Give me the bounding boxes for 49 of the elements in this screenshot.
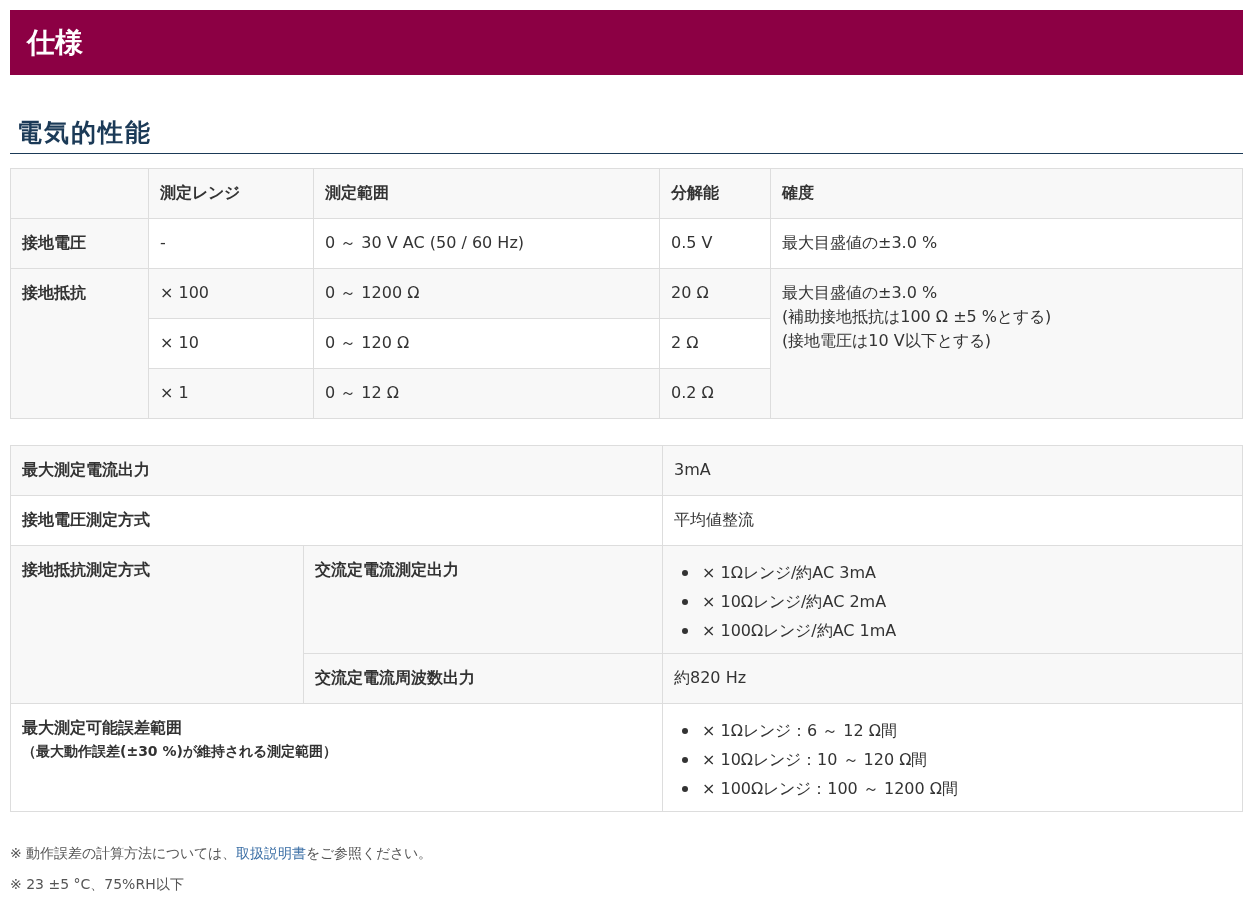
bullet-icon xyxy=(682,569,688,576)
column-header: 測定レンジ xyxy=(148,168,314,219)
bullet-icon xyxy=(682,627,688,634)
column-header: 確度 xyxy=(770,168,1243,219)
column-header: 測定範囲 xyxy=(313,168,660,219)
value-cell: 3mA xyxy=(662,445,1243,496)
footnote: ※ 23 ±5 °C、75%RH以下 xyxy=(10,875,185,894)
bullet-icon xyxy=(682,727,688,734)
list-item: × 100Ωレンジ/約AC 1mA xyxy=(702,619,897,642)
sub-row-header: 交流定電流測定出力 xyxy=(303,545,663,654)
list-item: × 1Ωレンジ/約AC 3mA xyxy=(702,561,876,584)
table-cell: 0.2 Ω xyxy=(659,368,771,419)
list-item: × 1Ωレンジ：6 ～ 12 Ω間 xyxy=(702,719,897,742)
table-cell: 0.5 V xyxy=(659,218,771,269)
table-cell: 0 ～ 12 Ω xyxy=(313,368,660,419)
table-cell: 20 Ω xyxy=(659,268,771,319)
row-header: 接地電圧測定方式 xyxy=(10,495,663,546)
row-header: 接地電圧 xyxy=(10,218,149,269)
row-note: （最大動作誤差(±30 %)が維持される測定範囲） xyxy=(22,742,338,761)
table-cell: 0 ～ 1200 Ω xyxy=(313,268,660,319)
accuracy-text: 最大目盛値の±3.0 % xyxy=(782,282,939,304)
table-cell: - xyxy=(148,218,314,269)
table-cell: × 1 xyxy=(148,368,314,419)
row-header: 接地抵抗 xyxy=(10,268,149,419)
value-cell: 平均値整流 xyxy=(662,495,1243,546)
table-cell: × 100 xyxy=(148,268,314,319)
table-cell: 0 ～ 30 V AC (50 / 60 Hz) xyxy=(313,218,660,269)
manual-link[interactable]: 取扱説明書 xyxy=(236,845,307,861)
table-cell: 0 ～ 120 Ω xyxy=(313,318,660,369)
accuracy-text: (補助接地抵抗は100 Ω ±5 %とする) xyxy=(782,306,1053,328)
accuracy-text: (接地電圧は10 V以下とする) xyxy=(782,330,992,352)
table-cell: × 10 xyxy=(148,318,314,369)
row-label: 最大測定可能誤差範囲 xyxy=(22,717,183,739)
list-item: × 10Ωレンジ/約AC 2mA xyxy=(702,590,887,613)
row-header: 接地抵抗測定方式 xyxy=(10,545,304,704)
list-item: × 100Ωレンジ：100 ～ 1200 Ω間 xyxy=(702,777,958,800)
page-title: 仕様 xyxy=(27,24,83,61)
sub-row-header: 交流定電流周波数出力 xyxy=(303,653,663,704)
column-header: 分解能 xyxy=(659,168,771,219)
table-cell: 2 Ω xyxy=(659,318,771,369)
value-cell: 約820 Hz xyxy=(662,653,1243,704)
list-item: × 10Ωレンジ：10 ～ 120 Ω間 xyxy=(702,748,928,771)
bullet-icon xyxy=(682,756,688,763)
row-header: 最大測定電流出力 xyxy=(10,445,663,496)
accuracy-text: 最大目盛値の±3.0 % xyxy=(782,232,939,254)
bullet-icon xyxy=(682,785,688,792)
bullet-icon xyxy=(682,598,688,605)
section-heading: 電気的性能 xyxy=(17,117,152,149)
footnote: ※ 動作誤差の計算方法については、取扱説明書をご参照ください。 xyxy=(10,844,434,863)
